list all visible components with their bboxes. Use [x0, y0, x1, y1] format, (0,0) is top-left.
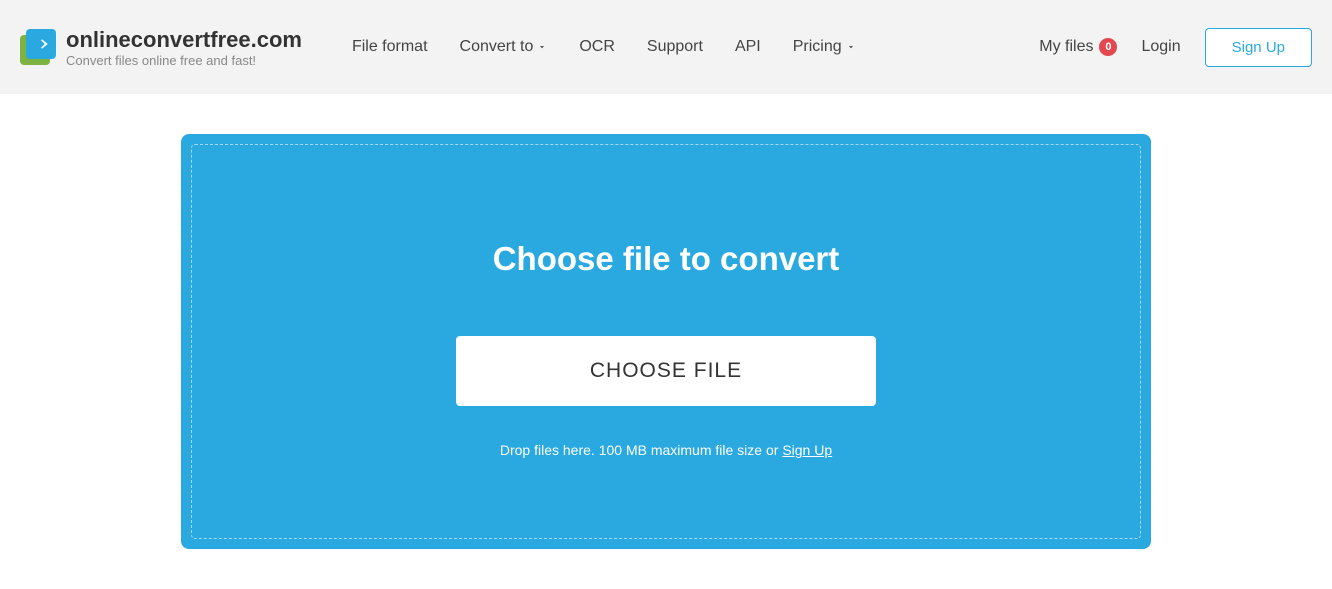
nav-api-label: API — [735, 38, 761, 56]
logo-block[interactable]: onlineconvertfree.com Convert files onli… — [20, 27, 302, 68]
nav-ocr[interactable]: OCR — [579, 38, 615, 56]
my-files-badge: 0 — [1099, 38, 1117, 56]
dropzone-inner: Choose file to convert CHOOSE FILE Drop … — [191, 144, 1141, 539]
nav-support[interactable]: Support — [647, 38, 703, 56]
nav-file-format-label: File format — [352, 38, 428, 56]
nav-pricing-label: Pricing — [793, 38, 842, 56]
chevron-down-icon — [537, 42, 547, 52]
dropzone-hint-text: Drop files here. 100 MB maximum file siz… — [500, 442, 782, 458]
main-nav: File format Convert to OCR Support API P… — [352, 38, 1039, 56]
arrow-right-icon — [32, 35, 50, 53]
dropzone-title: Choose file to convert — [493, 240, 840, 278]
dropzone[interactable]: Choose file to convert CHOOSE FILE Drop … — [181, 134, 1151, 549]
nav-pricing[interactable]: Pricing — [793, 38, 856, 56]
dropzone-hint: Drop files here. 100 MB maximum file siz… — [500, 442, 832, 458]
signup-button[interactable]: Sign Up — [1205, 28, 1312, 67]
brand-tagline: Convert files online free and fast! — [66, 53, 302, 68]
header-actions: My files 0 Login Sign Up — [1039, 28, 1312, 67]
brand-title: onlineconvertfree.com — [66, 27, 302, 53]
header: onlineconvertfree.com Convert files onli… — [0, 0, 1332, 94]
chevron-down-icon — [846, 42, 856, 52]
nav-ocr-label: OCR — [579, 38, 615, 56]
login-link[interactable]: Login — [1141, 38, 1180, 56]
main-content: Choose file to convert CHOOSE FILE Drop … — [0, 94, 1332, 589]
nav-convert-to-label: Convert to — [460, 38, 534, 56]
nav-convert-to[interactable]: Convert to — [460, 38, 548, 56]
nav-api[interactable]: API — [735, 38, 761, 56]
choose-file-button[interactable]: CHOOSE FILE — [456, 336, 876, 406]
my-files-link[interactable]: My files 0 — [1039, 38, 1117, 56]
dropzone-signup-link[interactable]: Sign Up — [782, 442, 832, 458]
nav-support-label: Support — [647, 38, 703, 56]
nav-file-format[interactable]: File format — [352, 38, 428, 56]
logo-icon — [20, 29, 56, 65]
my-files-label: My files — [1039, 38, 1093, 56]
